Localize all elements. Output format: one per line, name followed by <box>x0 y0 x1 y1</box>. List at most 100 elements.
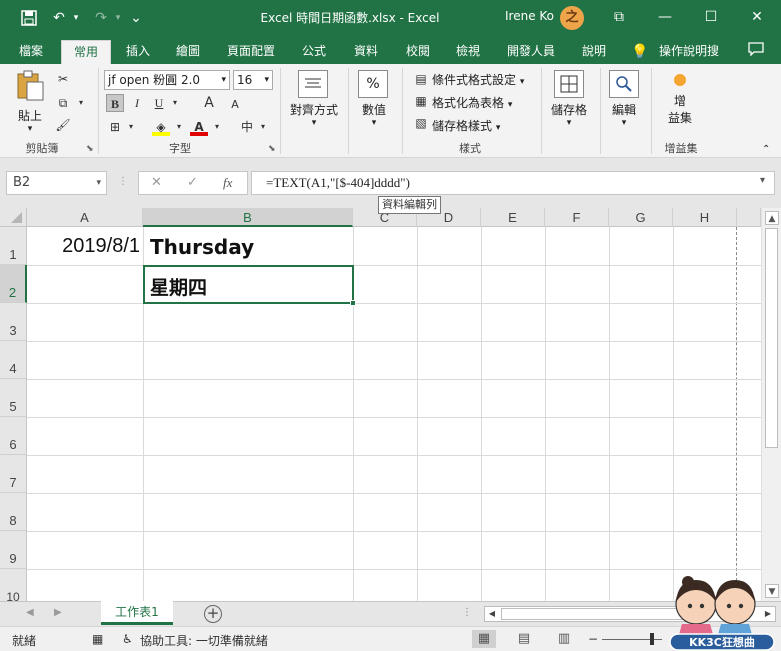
cell-a1[interactable]: 2019/8/1 <box>28 235 140 258</box>
minimize-icon[interactable]: — <box>650 6 680 28</box>
fill-color-icon[interactable]: ◈ <box>152 118 170 136</box>
tab-splitter-icon[interactable]: ⋮ <box>462 607 472 618</box>
cell-styles-button[interactable]: 儲存格樣式 ▾ <box>432 117 500 134</box>
row-header-2[interactable]: 2 <box>0 265 27 303</box>
ribbon-display-options-icon[interactable]: ⧉ <box>604 6 634 28</box>
cancel-icon[interactable]: ✕ <box>151 175 162 190</box>
tab-insert[interactable]: 插入 <box>116 40 160 64</box>
accessibility-icon[interactable]: ♿ <box>122 632 133 646</box>
row-header-7[interactable]: 7 <box>0 455 27 493</box>
close-icon[interactable]: ✕ <box>742 6 772 28</box>
tell-me-search[interactable]: 操作說明搜 <box>656 40 722 64</box>
paste-dropdown-icon[interactable]: ▾ <box>12 124 48 134</box>
font-name-select[interactable]: jf open 粉圓 2.0 ▾ <box>104 70 230 90</box>
row-header-3[interactable]: 3 <box>0 303 27 341</box>
column-header-a[interactable]: A <box>27 208 143 227</box>
avatar[interactable]: 之 <box>560 6 584 30</box>
undo-icon[interactable]: ↶ <box>48 8 70 28</box>
enter-icon[interactable]: ✓ <box>187 175 198 190</box>
redo-icon[interactable]: ↷ <box>90 8 112 28</box>
fill-color-dropdown-icon[interactable]: ▾ <box>170 118 188 136</box>
cells-button[interactable]: 儲存格 ▾ <box>546 70 592 134</box>
tab-help[interactable]: 說明 <box>572 40 616 64</box>
copy-dropdown-icon[interactable]: ▾ <box>72 94 90 112</box>
lightbulb-icon[interactable]: 💡 <box>630 42 650 62</box>
accessibility-status[interactable]: 協助工具: 一切準備就緒 <box>140 632 268 649</box>
tab-file[interactable]: 檔案 <box>8 40 54 64</box>
comments-icon[interactable] <box>746 42 766 62</box>
expand-formula-bar-icon[interactable]: ▾ <box>760 175 765 186</box>
vertical-scrollbar[interactable]: ▲ ▼ <box>761 208 781 601</box>
scroll-left-icon[interactable]: ◀ <box>485 607 499 621</box>
tab-draw[interactable]: 繪圖 <box>166 40 210 64</box>
vertical-scroll-thumb[interactable] <box>765 228 778 448</box>
tab-formulas[interactable]: 公式 <box>292 40 336 64</box>
clipboard-launcher-icon[interactable]: ⬊ <box>86 144 94 154</box>
row-header-6[interactable]: 6 <box>0 417 27 455</box>
tab-page-layout[interactable]: 頁面配置 <box>218 40 284 64</box>
phonetic-dropdown-icon[interactable]: ▾ <box>254 118 272 136</box>
font-color-button[interactable]: A <box>190 118 208 136</box>
underline-dropdown-icon[interactable]: ▾ <box>166 94 184 112</box>
conditional-formatting-button[interactable]: 條件式格式設定 ▾ <box>432 71 524 88</box>
page-break-preview-icon[interactable]: ▥ <box>552 630 576 648</box>
editing-button[interactable]: 編輯 ▾ <box>604 70 644 134</box>
row-header-4[interactable]: 4 <box>0 341 27 379</box>
column-header-h[interactable]: H <box>673 208 737 227</box>
tab-data[interactable]: 資料 <box>344 40 388 64</box>
format-painter-icon[interactable]: 🖌 <box>54 116 72 134</box>
column-header-e[interactable]: E <box>481 208 545 227</box>
customize-toolbar-icon[interactable]: ⌄ <box>128 8 144 28</box>
grow-font-button[interactable]: A <box>200 94 218 112</box>
column-header-f[interactable]: F <box>545 208 609 227</box>
prev-sheet-icon[interactable]: ◀ <box>26 607 34 618</box>
undo-dropdown-icon[interactable]: ▾ <box>70 8 82 28</box>
font-launcher-icon[interactable]: ⬊ <box>268 144 276 154</box>
bold-button[interactable]: B <box>106 94 124 112</box>
number-format-button[interactable]: % 數值 ▾ <box>354 70 394 134</box>
copy-icon[interactable]: ⧉ <box>54 94 72 112</box>
alignment-button[interactable]: 對齊方式 ▾ <box>286 70 342 134</box>
redo-dropdown-icon[interactable]: ▾ <box>112 8 124 28</box>
italic-button[interactable]: I <box>128 94 146 112</box>
normal-view-icon[interactable]: ▦ <box>472 630 496 648</box>
row-header-5[interactable]: 5 <box>0 379 27 417</box>
horizontal-scroll-thumb[interactable] <box>501 608 691 620</box>
tab-review[interactable]: 校閱 <box>396 40 440 64</box>
font-color-dropdown-icon[interactable]: ▾ <box>208 118 226 136</box>
cell-b1[interactable]: Thursday <box>150 235 254 259</box>
row-header-1[interactable]: 1 <box>0 227 27 265</box>
column-header-g[interactable]: G <box>609 208 673 227</box>
insert-function-icon[interactable]: fx <box>223 175 232 191</box>
cut-icon[interactable]: ✂ <box>54 70 72 88</box>
maximize-icon[interactable]: ☐ <box>696 6 726 28</box>
add-sheet-icon[interactable]: + <box>204 605 222 623</box>
tab-view[interactable]: 檢視 <box>446 40 490 64</box>
tab-developer[interactable]: 開發人員 <box>498 40 564 64</box>
zoom-slider-thumb[interactable] <box>650 633 654 645</box>
format-as-table-button[interactable]: 格式化為表格 ▾ <box>432 94 512 111</box>
borders-dropdown-icon[interactable]: ▾ <box>122 118 140 136</box>
macro-record-icon[interactable]: ▦ <box>92 632 103 646</box>
formula-input[interactable]: =TEXT(A1,"[$-404]dddd") <box>251 171 775 195</box>
next-sheet-icon[interactable]: ▶ <box>54 607 62 618</box>
sheet-tab-1[interactable]: 工作表1 <box>101 601 173 625</box>
row-header-10[interactable]: 10 <box>0 569 27 601</box>
tab-home[interactable]: 常用 <box>61 40 111 64</box>
select-all-button[interactable] <box>0 208 27 227</box>
save-icon[interactable] <box>18 8 40 28</box>
scroll-up-icon[interactable]: ▲ <box>765 211 779 225</box>
zoom-out-icon[interactable]: − <box>588 632 598 646</box>
name-box[interactable]: B2 ▾ <box>6 171 107 195</box>
row-header-9[interactable]: 9 <box>0 531 27 569</box>
paste-button[interactable]: 貼上 ▾ <box>12 70 48 134</box>
collapse-ribbon-icon[interactable]: ⌃ <box>762 144 770 155</box>
font-size-select[interactable]: 16 ▾ <box>233 70 273 90</box>
addins-button[interactable]: 增 益集 <box>660 74 700 138</box>
column-header-b[interactable]: B <box>143 208 353 227</box>
row-header-8[interactable]: 8 <box>0 493 27 531</box>
user-name[interactable]: Irene Ko <box>505 9 554 23</box>
page-layout-view-icon[interactable]: ▤ <box>512 630 536 648</box>
fill-handle[interactable] <box>350 300 356 306</box>
chevron-down-icon[interactable]: ▾ <box>96 172 101 194</box>
